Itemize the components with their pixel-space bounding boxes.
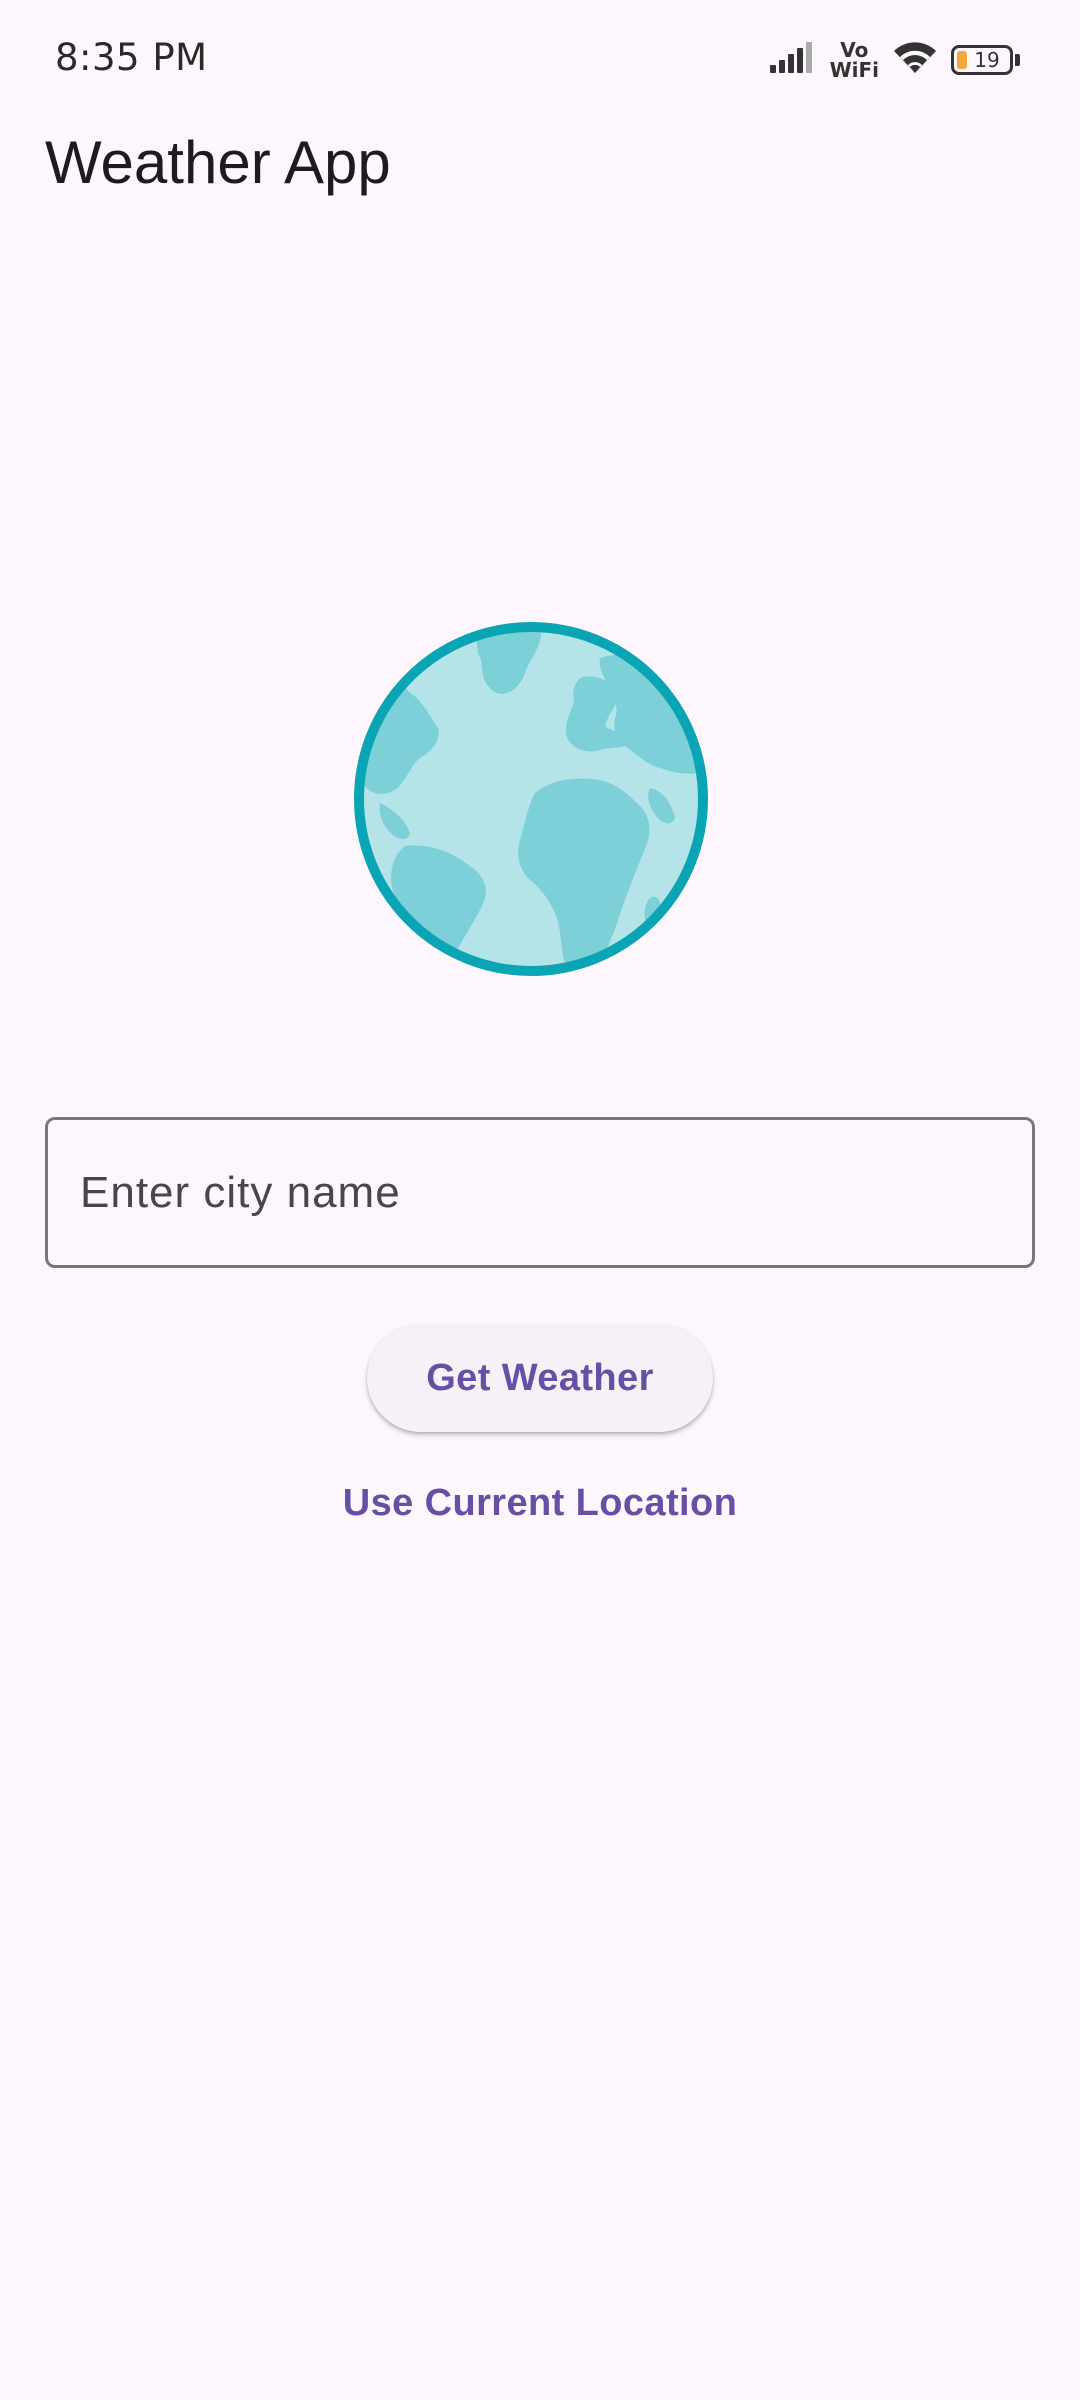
status-bar: 8:35 PM Vo WiFi 19 bbox=[0, 0, 1080, 120]
get-weather-button[interactable]: Get Weather bbox=[367, 1324, 713, 1432]
battery-tip bbox=[1015, 54, 1020, 66]
status-time: 8:35 PM bbox=[55, 36, 208, 79]
battery-fill bbox=[957, 51, 967, 69]
battery-level: 19 bbox=[974, 48, 1000, 72]
use-current-location-button[interactable]: Use Current Location bbox=[0, 1482, 1080, 1525]
vowifi-icon: Vo WiFi bbox=[830, 40, 879, 80]
city-field[interactable] bbox=[45, 1117, 1035, 1268]
battery-icon: 19 bbox=[951, 45, 1020, 75]
signal-icon bbox=[768, 41, 818, 79]
battery-body: 19 bbox=[951, 45, 1013, 75]
page-title: Weather App bbox=[45, 129, 391, 196]
vowifi-top: Vo bbox=[840, 38, 869, 62]
globe-icon bbox=[350, 618, 712, 980]
wifi-icon bbox=[891, 39, 939, 81]
city-input[interactable] bbox=[48, 1120, 1032, 1265]
status-icons: Vo WiFi 19 bbox=[768, 36, 1020, 84]
vowifi-bottom: WiFi bbox=[829, 58, 879, 82]
